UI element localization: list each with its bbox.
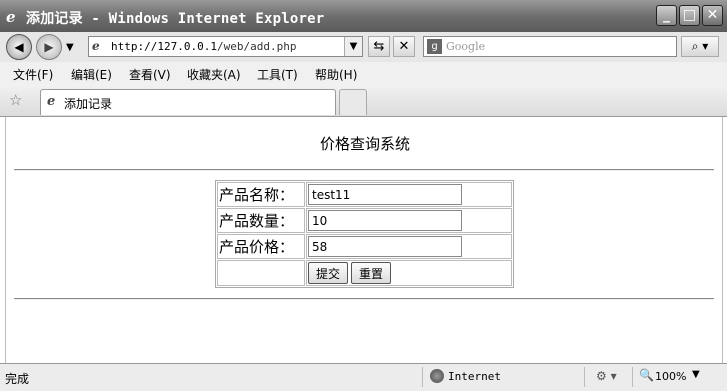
back-button[interactable]: ◀	[6, 34, 32, 60]
status-bar: 完成 Internet ⚙ ▾ 🔍 100% ▼	[0, 363, 727, 391]
product-quantity-input[interactable]	[308, 210, 462, 231]
search-button[interactable]: ⌕ ▾	[681, 36, 719, 57]
quantity-label: 产品数量：	[217, 208, 305, 233]
stop-icon: ✕	[398, 39, 410, 54]
forward-icon: ▶	[44, 40, 54, 54]
menu-file[interactable]: 文件(F)	[13, 66, 53, 83]
title-bar: e 添加记录 - Windows Internet Explorer _ □ ✕	[0, 0, 727, 32]
internet-zone-icon	[430, 369, 444, 383]
zone-label: Internet	[448, 370, 501, 383]
menu-help[interactable]: 帮助(H)	[315, 66, 357, 83]
ie-page-icon: e	[92, 39, 100, 53]
form-row-buttons: 提交 重置	[217, 260, 512, 286]
menu-tools[interactable]: 工具(T)	[257, 66, 298, 83]
separator	[632, 367, 633, 387]
reset-button[interactable]: 重置	[351, 262, 392, 284]
address-url[interactable]: http://127.0.0.1/web/add.php	[111, 40, 296, 53]
history-dropdown-icon[interactable]: ▼	[66, 42, 74, 53]
separator	[584, 367, 585, 387]
search-box[interactable]: g Google	[423, 36, 677, 57]
minimize-button[interactable]: _	[656, 5, 677, 26]
stop-button[interactable]: ✕	[393, 36, 415, 57]
form-row-name: 产品名称：	[217, 182, 512, 207]
close-button[interactable]: ✕	[702, 5, 723, 26]
divider	[14, 169, 714, 171]
divider	[14, 298, 714, 300]
url-host: http://127.0.0.1	[111, 40, 217, 53]
form-row-price: 产品价格：	[217, 234, 512, 259]
forward-button[interactable]: ▶	[36, 34, 62, 60]
ie-logo-icon: e	[6, 8, 16, 26]
menu-bar: 文件(F) 编辑(E) 查看(V) 收藏夹(A) 工具(T) 帮助(H)	[0, 62, 727, 85]
menu-favorites[interactable]: 收藏夹(A)	[187, 66, 241, 83]
menu-edit[interactable]: 编辑(E)	[71, 66, 112, 83]
back-icon: ◀	[14, 40, 24, 54]
product-name-input[interactable]	[308, 184, 462, 205]
minimize-icon: _	[663, 7, 670, 23]
form-row-quantity: 产品数量：	[217, 208, 512, 233]
close-icon: ✕	[706, 7, 719, 23]
search-placeholder: Google	[446, 40, 486, 53]
refresh-button[interactable]: ⇆	[368, 36, 390, 57]
search-icon: ⌕	[691, 39, 699, 53]
zoom-dropdown-icon[interactable]: ▼	[692, 369, 700, 380]
submit-button[interactable]: 提交	[308, 262, 349, 284]
maximize-icon: □	[682, 7, 697, 23]
menu-view[interactable]: 查看(V)	[129, 66, 171, 83]
page-content: 价格查询系统 产品名称： 产品数量： 产品价格： 提交重置	[5, 117, 723, 363]
navigation-bar: ◀ ▶ ▼ e http://127.0.0.1/web/add.php ▼ ⇆…	[0, 32, 727, 62]
empty-cell	[217, 260, 305, 286]
new-tab-button[interactable]	[339, 89, 367, 115]
favorites-star-icon[interactable]: ☆	[9, 91, 22, 109]
ie-page-icon: e	[47, 94, 56, 109]
url-path: /web/add.php	[216, 40, 297, 53]
maximize-button[interactable]: □	[679, 5, 700, 26]
page-title: 价格查询系统	[319, 135, 410, 153]
name-label: 产品名称：	[217, 182, 305, 207]
tab-label: 添加记录	[64, 97, 113, 111]
tab-bar: ☆ e 添加记录	[0, 84, 727, 117]
zoom-icon[interactable]: 🔍	[639, 368, 654, 382]
zoom-level[interactable]: 100%	[655, 370, 686, 383]
refresh-icon: ⇆	[373, 39, 385, 54]
address-dropdown-icon[interactable]: ▼	[344, 37, 362, 56]
google-icon: g	[427, 39, 442, 54]
address-bar[interactable]: e http://127.0.0.1/web/add.php ▼	[88, 36, 363, 57]
add-record-form: 产品名称： 产品数量： 产品价格： 提交重置	[215, 180, 514, 288]
separator	[422, 367, 423, 387]
window-title: 添加记录 - Windows Internet Explorer	[26, 11, 325, 27]
protected-mode-icon[interactable]: ⚙ ▾	[596, 369, 617, 383]
product-price-input[interactable]	[308, 236, 462, 257]
status-text: 完成	[5, 372, 30, 386]
tab-add-record[interactable]: e 添加记录	[40, 89, 336, 115]
price-label: 产品价格：	[217, 234, 305, 259]
